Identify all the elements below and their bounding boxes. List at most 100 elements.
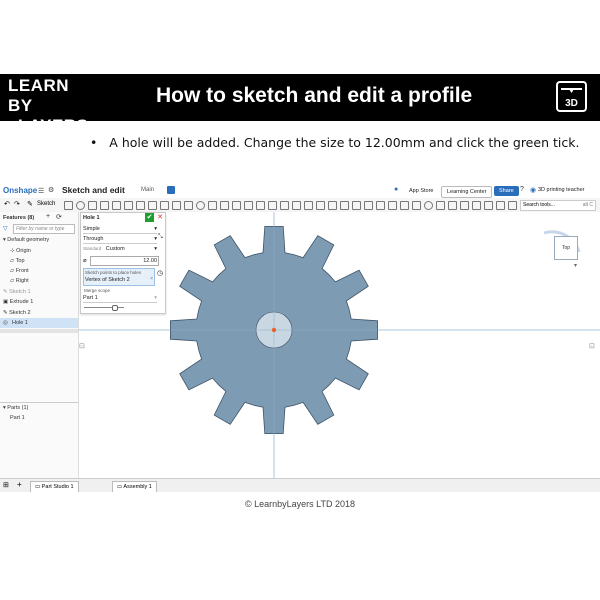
corner-icon[interactable]: [412, 201, 421, 210]
hole-center-point[interactable]: [271, 327, 277, 333]
boolean-icon[interactable]: [244, 201, 253, 210]
feature-label: Extrude 1: [9, 299, 34, 305]
variable-icon[interactable]: [448, 201, 457, 210]
revolve-icon[interactable]: [76, 201, 85, 210]
feature-filter-input[interactable]: Filter by name or type: [13, 224, 75, 234]
feature-item-top[interactable]: ▱ Top: [10, 256, 25, 266]
plane-icon[interactable]: [340, 201, 349, 210]
clear-selection-icon[interactable]: ×: [150, 276, 153, 282]
add-feature-icon[interactable]: +: [46, 213, 50, 220]
default-geometry-folder[interactable]: ▾ Default geometry: [3, 235, 49, 245]
chat-icon[interactable]: ●: [394, 186, 398, 193]
mirror-icon[interactable]: [232, 201, 241, 210]
chamfer-icon[interactable]: [148, 201, 157, 210]
standard-row[interactable]: Standard Custom ▾: [83, 245, 157, 253]
linear-pattern-icon[interactable]: [208, 201, 217, 210]
feature-item-right[interactable]: ▱ Right: [10, 276, 29, 286]
more-tools-icon[interactable]: [472, 201, 481, 210]
circular-pattern-icon[interactable]: [220, 201, 229, 210]
hole-diameter-input[interactable]: 12.00: [90, 256, 159, 266]
measure-icon[interactable]: [424, 201, 433, 210]
final-slider-track[interactable]: [84, 307, 124, 308]
filter-icon[interactable]: ▽: [3, 225, 8, 232]
feature-rollback-bar[interactable]: [0, 329, 78, 333]
thicken-icon[interactable]: [112, 201, 121, 210]
split-icon[interactable]: [256, 201, 265, 210]
view-cube[interactable]: Top: [554, 236, 578, 260]
view-options-icon[interactable]: ▾: [574, 262, 577, 269]
feature-item-extrude-1[interactable]: ▣ Extrude 1: [3, 297, 33, 307]
search-tools-input[interactable]: Search tools... alt C: [520, 200, 596, 211]
flip-direction-icon[interactable]: ⤡: [158, 234, 163, 241]
redo-icon[interactable]: ↷: [14, 200, 20, 208]
section-icon[interactable]: [436, 201, 445, 210]
tool-list-icon[interactable]: [484, 201, 493, 210]
hamburger-menu-icon[interactable]: ☰: [38, 187, 44, 195]
onshape-window: Onshape ☰ ⚙ Sketch and edit Main ● App S…: [0, 184, 600, 492]
termination-select[interactable]: Through ▾: [83, 235, 157, 244]
draft-icon[interactable]: [160, 201, 169, 210]
brand-line-1: LEARN BY: [8, 76, 70, 115]
feature-item-front[interactable]: ▱ Front: [10, 266, 29, 276]
rib-icon[interactable]: [172, 201, 181, 210]
feature-list-panel: Features (8) + ⟳ ▽ Filter by name or typ…: [0, 212, 79, 478]
offset-surface-icon[interactable]: [328, 201, 337, 210]
hole-style-select[interactable]: Simple ▾: [83, 225, 157, 234]
document-title[interactable]: Sketch and edit: [62, 185, 125, 195]
sweep-icon[interactable]: [88, 201, 97, 210]
app-store-button[interactable]: App Store: [404, 186, 438, 196]
delete-part-icon[interactable]: [280, 201, 289, 210]
undo-icon[interactable]: ↶: [4, 200, 10, 208]
branch-label[interactable]: Main: [141, 187, 154, 193]
sketch-points-selector[interactable]: Sketch points to place holes Vertex of S…: [83, 268, 155, 286]
onshape-logo[interactable]: Onshape: [3, 186, 37, 195]
sketch-button[interactable]: Sketch: [37, 201, 55, 207]
confirm-check-icon[interactable]: ✔: [145, 213, 154, 222]
collapse-panel-icon[interactable]: ⊡: [589, 342, 595, 350]
final-slider-thumb[interactable]: [112, 305, 118, 311]
loft-icon[interactable]: [100, 201, 109, 210]
part-item[interactable]: Part 1: [10, 413, 25, 423]
mate-connector-icon[interactable]: [352, 201, 361, 210]
move-face-icon[interactable]: [304, 201, 313, 210]
parts-folder[interactable]: ▾ Parts (1): [3, 403, 28, 413]
transform-icon[interactable]: [268, 201, 277, 210]
sheet-metal-icon[interactable]: [388, 201, 397, 210]
extrude-icon[interactable]: [64, 201, 73, 210]
feature-item-hole-1[interactable]: ◎ Hole 1: [0, 318, 78, 328]
add-tab-icon[interactable]: +: [17, 480, 22, 489]
expand-panel-icon[interactable]: ⊡: [79, 342, 85, 350]
shell-icon[interactable]: [184, 201, 193, 210]
flange-icon[interactable]: [400, 201, 409, 210]
feature-item-sketch-1[interactable]: ✎ Sketch 1: [3, 287, 31, 297]
modify-fillet-icon[interactable]: [292, 201, 301, 210]
feature-item-sketch-2[interactable]: ✎ Sketch 2: [3, 308, 31, 318]
replace-face-icon[interactable]: [316, 201, 325, 210]
helix-icon[interactable]: [364, 201, 373, 210]
user-name[interactable]: 3D printing teacher: [538, 187, 584, 193]
sketch-icon[interactable]: ✎: [27, 200, 33, 208]
share-button[interactable]: Share: [494, 186, 519, 196]
hole-icon[interactable]: [196, 201, 205, 210]
tab-list-icon[interactable]: ⊞: [3, 481, 9, 489]
document-info-icon[interactable]: [167, 186, 175, 194]
custom-feature-icon[interactable]: [460, 201, 469, 210]
history-icon[interactable]: ⟳: [56, 213, 62, 221]
cancel-x-icon[interactable]: ✕: [156, 213, 164, 222]
lesson-title: How to sketch and edit a profile: [156, 84, 473, 107]
feature-list-icon[interactable]: [496, 201, 505, 210]
fillet-icon[interactable]: [136, 201, 145, 210]
tab-part-studio-1[interactable]: ▭ Part Studio 1: [30, 481, 79, 492]
fit-spline-icon[interactable]: [376, 201, 385, 210]
versions-icon[interactable]: ⚙: [48, 186, 54, 194]
help-icon[interactable]: ?: [520, 186, 524, 193]
enclose-icon[interactable]: [124, 201, 133, 210]
tab-assembly-1[interactable]: ▭ Assembly 1: [112, 481, 157, 492]
merge-scope-select[interactable]: Part 1 ▾: [83, 294, 157, 303]
user-avatar-icon[interactable]: ◉: [530, 186, 536, 194]
feature-item-origin[interactable]: ⊹ Origin: [10, 246, 31, 256]
extrude-icon: ▣: [3, 299, 10, 305]
timer-icon[interactable]: ◷: [157, 269, 163, 277]
learning-center-button[interactable]: Learning Center: [441, 186, 493, 198]
appearance-icon[interactable]: [508, 201, 517, 210]
